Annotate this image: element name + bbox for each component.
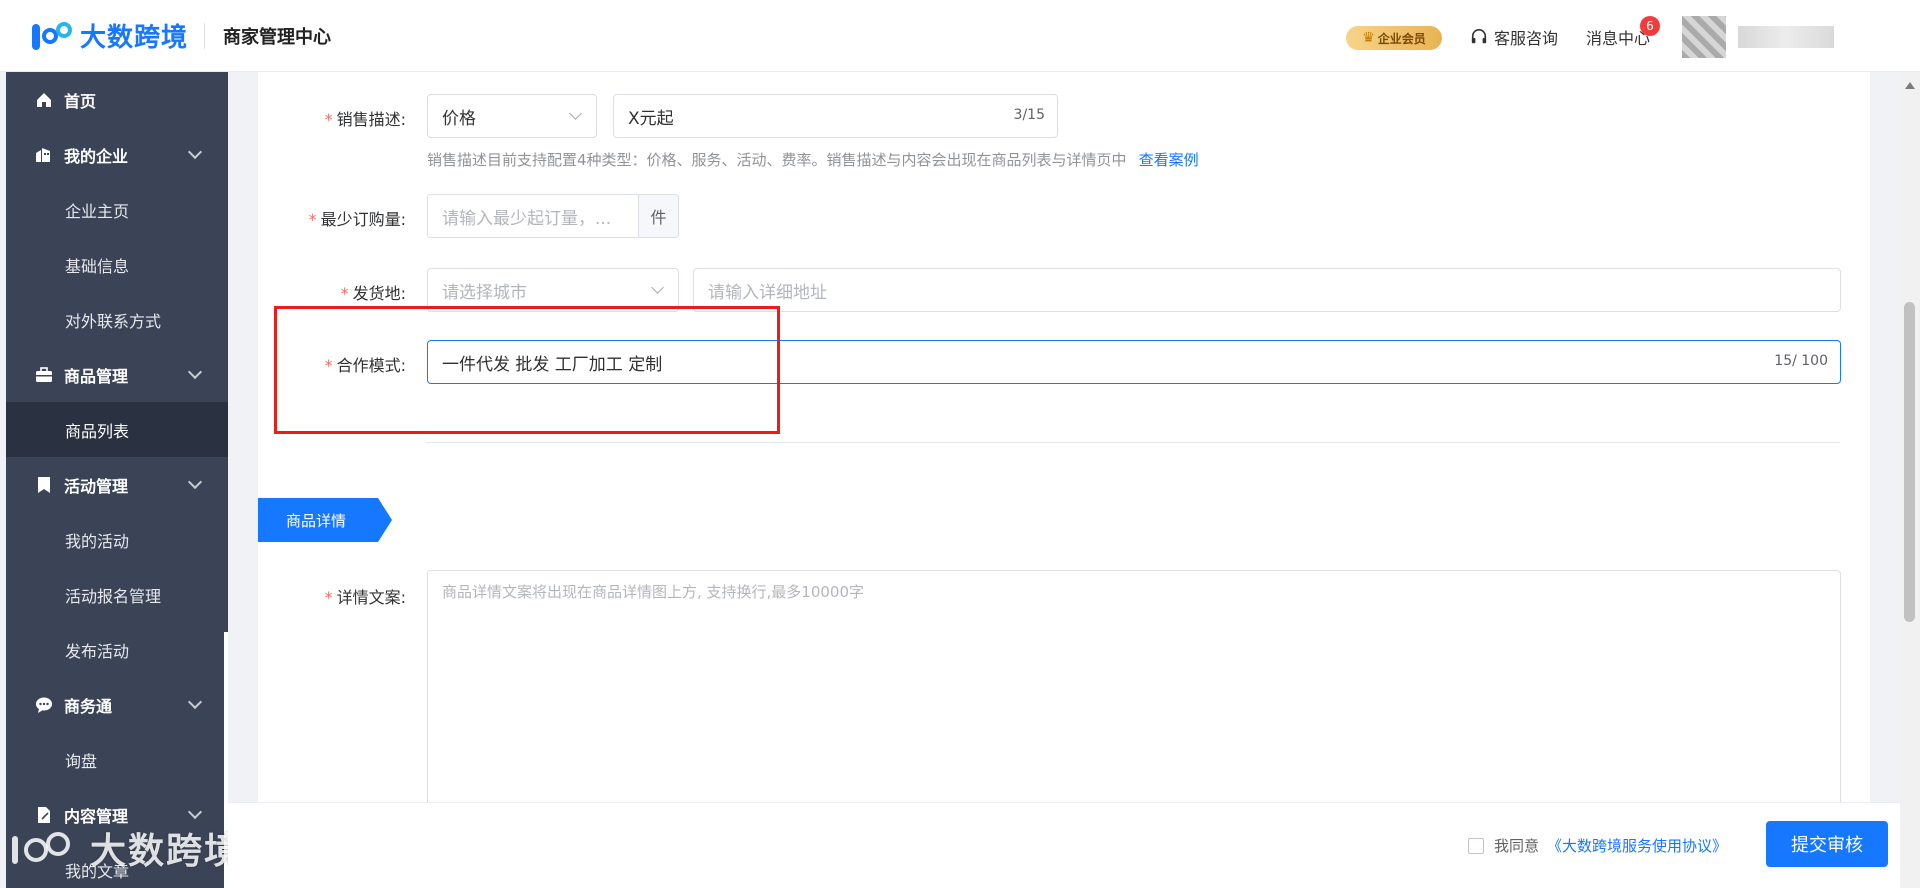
footer-action-bar: 我同意 《大数跨境服务使用协议》 提交审核 xyxy=(228,802,1900,888)
sidebar-group-activities[interactable]: 活动管理 xyxy=(6,457,228,512)
sales-desc-hint: 销售描述目前支持配置4种类型：价格、服务、活动、费率。销售描述与内容会出现在商品… xyxy=(427,149,1199,170)
username-blurred[interactable] xyxy=(1738,26,1834,48)
app-title: 商家管理中心 xyxy=(223,26,332,48)
scrollbar-thumb[interactable] xyxy=(1904,302,1915,622)
page-scrollbar[interactable] xyxy=(1900,72,1920,888)
sidebar-item-basic-info[interactable]: 基础信息 xyxy=(6,237,228,292)
ship-from-label: * 发货地: xyxy=(340,284,406,303)
view-example-link[interactable]: 查看案例 xyxy=(1139,151,1199,169)
company-icon xyxy=(34,146,54,164)
sidebar-item-label: 活动管理 xyxy=(64,476,129,496)
vip-badge[interactable]: ♛ 企业会员 xyxy=(1346,26,1442,50)
bookmark-icon xyxy=(34,476,54,494)
vip-label: 企业会员 xyxy=(1377,31,1426,46)
logo-mark-icon xyxy=(30,18,76,54)
coop-mode-counter: 15/ 100 xyxy=(1774,353,1828,369)
sidebar-item-product-list[interactable]: 商品列表 xyxy=(6,402,228,457)
agree-label: 我同意 xyxy=(1494,837,1540,855)
watermark-logo-icon xyxy=(12,828,82,868)
home-icon xyxy=(34,91,54,109)
sidebar-group-products[interactable]: 商品管理 xyxy=(6,347,228,402)
sales-desc-hint-text: 销售描述目前支持配置4种类型：价格、服务、活动、费率。销售描述与内容会出现在商品… xyxy=(427,151,1127,169)
sales-desc-label: * 销售描述: xyxy=(324,110,406,129)
avatar[interactable] xyxy=(1682,16,1726,58)
chevron-down-icon xyxy=(187,144,203,160)
sidebar-item-inquiry[interactable]: 询盘 xyxy=(6,732,228,787)
sales-desc-text-value: X元起 xyxy=(628,108,674,129)
sales-desc-type-value: 价格 xyxy=(442,108,476,129)
ship-address-input[interactable]: 请输入详细地址 xyxy=(693,268,1841,312)
min-order-unit: 件 xyxy=(638,195,678,237)
sales-desc-text-input[interactable]: X元起 3/15 xyxy=(613,94,1058,138)
chevron-down-icon xyxy=(187,694,203,710)
section-divider xyxy=(426,442,1840,443)
briefcase-icon xyxy=(34,366,54,384)
sidebar-item-company-home[interactable]: 企业主页 xyxy=(6,182,228,237)
chevron-down-icon xyxy=(187,804,203,820)
service-protocol-link[interactable]: 《大数跨境服务使用协议》 xyxy=(1547,835,1727,856)
ship-city-placeholder: 请选择城市 xyxy=(442,282,527,303)
sidebar-item-my-activities[interactable]: 我的活动 xyxy=(6,512,228,567)
chevron-down-icon xyxy=(187,364,203,380)
submit-review-button[interactable]: 提交审核 xyxy=(1766,821,1888,867)
agreement-row: 我同意 《大数跨境服务使用协议》 xyxy=(1468,835,1727,856)
service-label: 客服咨询 xyxy=(1494,29,1559,48)
agree-checkbox[interactable] xyxy=(1468,837,1484,854)
crown-icon: ♛ xyxy=(1362,30,1375,46)
sidebar-item-label: 首页 xyxy=(64,91,97,111)
coop-mode-input[interactable]: 一件代发 批发 工厂加工 定制 15/ 100 xyxy=(427,340,1841,384)
watermark-text: 大数跨境 xyxy=(90,831,243,872)
product-form: * 销售描述: 价格 X元起 3/15 销售描述目前支持配置4种类型：价格、服务、… xyxy=(258,72,1870,810)
min-order-input[interactable]: 请输入最少起订量，... 件 xyxy=(427,194,679,238)
scroll-up-icon[interactable] xyxy=(1905,82,1915,89)
details-copy-label: * 详情文案: xyxy=(324,588,406,607)
chevron-down-icon xyxy=(651,281,664,294)
sidebar-group-my-company[interactable]: 我的企业 xyxy=(6,127,228,182)
chat-icon xyxy=(34,696,54,714)
chevron-down-icon xyxy=(569,107,582,120)
brand-watermark: 大数跨境 xyxy=(12,822,242,874)
top-header: 大数跨境 商家管理中心 ♛ 企业会员 客服咨询 消息中心 6 xyxy=(0,0,1920,72)
ship-address-placeholder: 请输入详细地址 xyxy=(708,282,827,303)
brand-logo[interactable]: 大数跨境 xyxy=(30,16,188,56)
sidebar-item-publish-activity[interactable]: 发布活动 xyxy=(6,622,228,677)
message-center-link[interactable]: 消息中心 6 xyxy=(1586,16,1660,50)
sidebar-item-label: 商务通 xyxy=(64,696,113,716)
customer-service-link[interactable]: 客服咨询 xyxy=(1470,24,1558,50)
min-order-label: * 最少订购量: xyxy=(308,210,406,229)
details-copy-textarea[interactable]: 商品详情文案将出现在商品详情图上方, 支持换行,最多10000字 xyxy=(427,570,1841,810)
sales-desc-counter: 3/15 xyxy=(1013,107,1045,123)
brand-name: 大数跨境 xyxy=(80,23,189,53)
section-tag-product-details: 商品详情 xyxy=(258,498,392,542)
sidebar-group-business[interactable]: 商务通 xyxy=(6,677,228,732)
coop-mode-value: 一件代发 批发 工厂加工 定制 xyxy=(442,354,663,375)
sidebar-item-label: 商品管理 xyxy=(64,366,129,386)
headset-icon xyxy=(1471,28,1487,44)
coop-mode-label: * 合作模式: xyxy=(324,356,406,375)
header-divider xyxy=(204,22,206,49)
sidebar-item-home[interactable]: 首页 xyxy=(6,72,228,127)
sales-desc-type-select[interactable]: 价格 xyxy=(427,94,597,138)
min-order-placeholder: 请输入最少起订量，... xyxy=(442,208,612,229)
message-count-badge: 6 xyxy=(1640,16,1660,36)
ship-city-select[interactable]: 请选择城市 xyxy=(427,268,679,312)
sidebar: 首页 我的企业 企业主页 基础信息 对外联系方式 商品管理 商品列表 活动管理 … xyxy=(6,72,228,888)
sidebar-item-contact[interactable]: 对外联系方式 xyxy=(6,292,228,347)
sidebar-item-activity-signup[interactable]: 活动报名管理 xyxy=(6,567,228,622)
chevron-down-icon xyxy=(187,474,203,490)
document-icon xyxy=(34,806,54,824)
sidebar-item-label: 我的企业 xyxy=(64,146,129,166)
